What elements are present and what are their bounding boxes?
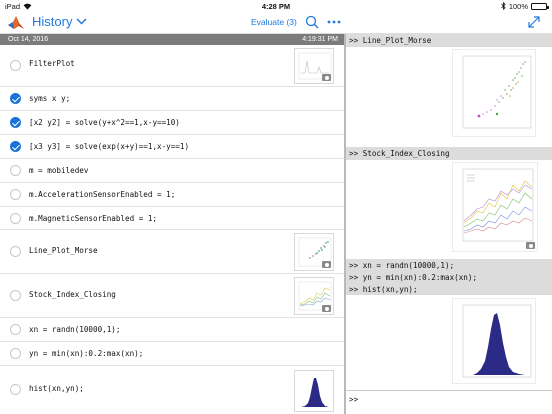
command-window: >> Line_Plot_Morse >> Stock_Index_Closin… xyxy=(346,34,552,414)
select-radio[interactable] xyxy=(10,141,21,152)
history-time: 4:19:31 PM xyxy=(302,36,338,43)
command-entry: >> xn = randn(10000,1); xyxy=(346,259,552,271)
history-command: [x2 y2] = solve(y+x^2==1,x-y==10) xyxy=(29,118,180,127)
history-command: Stock_Index_Closing xyxy=(29,290,116,299)
select-radio[interactable] xyxy=(10,189,21,200)
evaluate-button[interactable]: Evaluate (3) xyxy=(251,17,297,27)
select-radio[interactable] xyxy=(10,117,21,128)
camera-icon[interactable] xyxy=(322,74,331,81)
battery-icon xyxy=(531,2,549,10)
select-radio[interactable] xyxy=(10,246,21,257)
command-entry: >> Stock_Index_Closing xyxy=(346,147,552,160)
search-icon[interactable] xyxy=(305,15,321,31)
history-title: History xyxy=(32,14,73,29)
figure-thumbnail[interactable] xyxy=(294,277,334,315)
expand-icon[interactable] xyxy=(528,16,542,30)
status-bar: iPad 4:28 PM 100% xyxy=(0,0,552,12)
figure-thumbnail[interactable] xyxy=(294,370,334,412)
history-command: m.AccelerationSensorEnabled = 1; xyxy=(29,190,176,199)
matlab-logo-icon xyxy=(7,14,25,32)
select-radio[interactable] xyxy=(10,165,21,176)
history-item[interactable]: yn = min(xn):0.2:max(xn); xyxy=(0,342,344,366)
select-radio[interactable] xyxy=(10,213,21,224)
select-radio[interactable] xyxy=(10,290,21,301)
wifi-icon xyxy=(23,3,32,10)
select-radio[interactable] xyxy=(10,60,21,71)
select-radio[interactable] xyxy=(10,324,21,335)
history-date-header: Oct 14, 2016 4:19:31 PM xyxy=(0,34,344,45)
bluetooth-icon xyxy=(501,2,506,10)
history-command: hist(xn,yn); xyxy=(29,384,84,393)
command-entry: >> hist(xn,yn); xyxy=(346,283,552,295)
history-command: syms x y; xyxy=(29,94,71,103)
history-item[interactable]: xn = randn(10000,1); xyxy=(0,318,344,342)
history-command: [x3 y3] = solve(exp(x+y)==1,x-y==1) xyxy=(29,142,190,151)
history-command: m = mobiledev xyxy=(29,166,89,175)
camera-icon[interactable] xyxy=(322,305,331,312)
camera-icon[interactable] xyxy=(526,242,535,249)
camera-icon[interactable] xyxy=(322,261,331,268)
nav-bar: History Evaluate (3) xyxy=(0,12,552,34)
chevron-down-icon xyxy=(76,18,87,25)
status-time: 4:28 PM xyxy=(261,1,291,11)
command-entry: >> yn = min(xn):0.2:max(xn); xyxy=(346,271,552,283)
command-entry: >> Line_Plot_Morse xyxy=(346,34,552,47)
command-prompt-input[interactable]: >> xyxy=(346,390,552,414)
history-item[interactable]: Stock_Index_Closing xyxy=(0,274,344,318)
select-radio[interactable] xyxy=(10,384,21,395)
history-item[interactable]: m.MagneticSensorEnabled = 1; xyxy=(0,207,344,230)
figure-thumbnail[interactable] xyxy=(294,233,334,271)
history-item[interactable]: FilterPlot xyxy=(0,45,344,87)
device-name: iPad xyxy=(5,1,21,11)
history-item[interactable]: m = mobiledev xyxy=(0,159,344,183)
select-radio[interactable] xyxy=(10,348,21,359)
select-radio[interactable] xyxy=(10,93,21,104)
figure-output[interactable] xyxy=(452,162,538,252)
figure-thumbnail[interactable] xyxy=(294,48,334,84)
figure-output[interactable] xyxy=(452,298,536,384)
history-item[interactable]: syms x y; xyxy=(0,87,344,111)
history-item[interactable]: m.AccelerationSensorEnabled = 1; xyxy=(0,183,344,207)
battery-percent: 100% xyxy=(508,1,528,11)
history-item[interactable]: [x3 y3] = solve(exp(x+y)==1,x-y==1) xyxy=(0,135,344,159)
history-command: xn = randn(10000,1); xyxy=(29,325,121,334)
history-date: Oct 14, 2016 xyxy=(8,36,49,43)
history-command: Line_Plot_Morse xyxy=(29,246,98,255)
history-item[interactable]: hist(xn,yn); xyxy=(0,366,344,414)
history-command: FilterPlot xyxy=(29,59,75,68)
history-command: m.MagneticSensorEnabled = 1; xyxy=(29,214,158,223)
figure-output[interactable] xyxy=(452,49,536,137)
history-panel: Oct 14, 2016 4:19:31 PM FilterPlot syms … xyxy=(0,34,344,414)
history-title-button[interactable]: History xyxy=(32,14,87,29)
history-item[interactable]: Line_Plot_Morse xyxy=(0,230,344,274)
history-command: yn = min(xn):0.2:max(xn); xyxy=(29,349,144,358)
history-item[interactable]: [x2 y2] = solve(y+x^2==1,x-y==10) xyxy=(0,111,344,135)
